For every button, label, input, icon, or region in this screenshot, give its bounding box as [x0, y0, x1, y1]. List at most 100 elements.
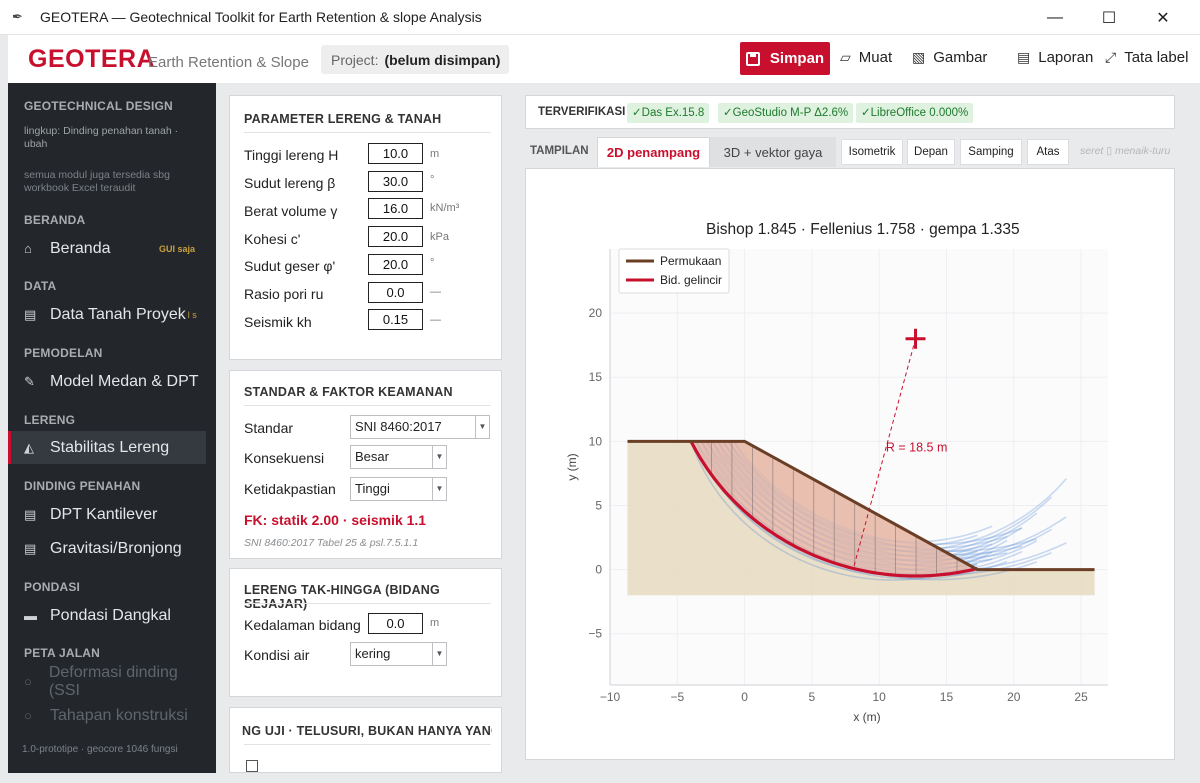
sidebar-section-design: GEOTECHNICAL DESIGN [24, 99, 173, 113]
sidebar-item-data[interactable]: ▤ Data Tanah Proyek l s [8, 298, 206, 331]
test-checkbox[interactable] [246, 760, 258, 772]
sidebar-item-staging: ○ Tahapan konstruksi [8, 699, 206, 732]
cohesion-input[interactable]: 20.0 [368, 226, 423, 247]
open-button[interactable]: ▱ Muat [840, 49, 892, 66]
param-label: Kohesi c' [244, 231, 301, 247]
close-button[interactable]: ✕ [1136, 0, 1190, 35]
maximize-button[interactable]: ☐ [1082, 0, 1136, 35]
tab-3d-vectors[interactable]: 3D + vektor gaya [710, 137, 836, 167]
brand-logo: GEOTERA [28, 45, 156, 73]
window-titlebar: ✒ GEOTERA — Geotechnical Toolkit for Ear… [0, 0, 1200, 35]
table-icon: ▤ [24, 540, 37, 556]
param-unit: ° [430, 257, 435, 269]
labels-button[interactable]: ⤢ Tata label [1105, 49, 1188, 66]
param-unit: — [430, 286, 441, 298]
standard-reference: SNI 8460:2017 Tabel 25 & psl.7.5.1.1 [244, 537, 419, 549]
test-title: NG UJI · TELUSURI, BUKAN HANYA YANG K [242, 724, 492, 738]
verify-badge-libreoffice: ✓LibreOffice 0.000% [856, 103, 974, 123]
height-input[interactable]: 10.0 [368, 143, 423, 164]
x-tick-label: 10 [873, 690, 887, 704]
param-label: Sudut geser φ' [244, 258, 336, 274]
chart-title: Bishop 1.845 · Fellenius 1.758 · gempa 1… [706, 221, 1020, 238]
param-unit: — [430, 314, 441, 326]
sidebar-group-data: DATA [24, 279, 57, 293]
consequence-value: Besar [355, 449, 389, 464]
sidebar-group-model: PEMODELAN [24, 346, 103, 360]
standard-select[interactable]: SNI 8460:2017 ▼ [350, 415, 490, 439]
sidebar-item-label: Stabilitas Lereng [50, 438, 170, 456]
image-button[interactable]: ▧ Gambar [912, 49, 987, 66]
y-tick-label: 20 [589, 306, 603, 320]
unit-weight-input[interactable]: 16.0 [368, 198, 423, 219]
slope-angle-input[interactable]: 30.0 [368, 171, 423, 192]
x-tick-label: −5 [670, 690, 684, 704]
chevron-down-icon: ▼ [475, 416, 489, 438]
pore-ratio-input[interactable]: 0.0 [368, 282, 423, 303]
table-icon: ▤ [24, 306, 37, 322]
excel-note: semua modul juga tersedia sbg [24, 169, 170, 181]
verification-bar: TERVERIFIKASI ✓Das Ex.15.8 ✓GeoStudio M-… [525, 95, 1175, 129]
water-select[interactable]: kering ▼ [350, 642, 447, 666]
table-icon: ▤ [24, 506, 37, 522]
view-side-button[interactable]: Samping [960, 139, 1022, 165]
y-axis-label: y (m) [565, 453, 579, 480]
pencil-icon: ✎ [24, 373, 35, 389]
uncertainty-select[interactable]: Tinggi ▼ [350, 477, 447, 501]
depth-unit: m [430, 617, 440, 629]
sidebar-item-slope[interactable]: ◭ Stabilitas Lereng [8, 431, 206, 464]
sidebar-item-home[interactable]: ⌂ Beranda GUI saja [8, 232, 206, 265]
sidebar-item-gravity[interactable]: ▤ Gravitasi/Bronjong [8, 532, 206, 565]
param-label: Seismik kh [244, 314, 312, 330]
sidebar-item-label: Beranda [50, 239, 111, 257]
minimize-button[interactable]: — [1028, 0, 1082, 35]
legend-label-surface: Permukaan [660, 254, 721, 268]
friction-angle-input[interactable]: 20.0 [368, 254, 423, 275]
infinite-title: LERENG TAK-HINGGA (BIDANG SEJAJAR) [244, 583, 440, 611]
view-isometric-button[interactable]: Isometrik [841, 139, 903, 165]
scope-change-link[interactable]: ubah [24, 138, 47, 151]
depth-input[interactable]: 0.0 [368, 613, 423, 634]
param-unit: m [430, 148, 440, 160]
report-button[interactable]: ▤ Laporan [1017, 49, 1093, 66]
view-top-button[interactable]: Atas [1027, 139, 1069, 165]
view-label: TAMPILAN [530, 145, 589, 157]
minimize-icon: — [1047, 8, 1063, 26]
standard-title: STANDAR & FAKTOR KEAMANAN [244, 385, 453, 399]
document-icon: ▤ [1017, 49, 1031, 65]
sidebar-item-cantilever[interactable]: ▤ DPT Kantilever [8, 498, 206, 531]
brand-subtitle: Earth Retention & Slope [148, 54, 309, 71]
param-label: Berat volume γ [244, 203, 338, 219]
tab-2d-section[interactable]: 2D penampang [597, 137, 710, 167]
verify-badge-geostudio: ✓GeoStudio M-P Δ2.6% [718, 103, 854, 123]
open-label: Muat [858, 49, 893, 66]
sidebar-item-model[interactable]: ✎ Model Medan & DPT [8, 365, 206, 398]
close-icon: ✕ [1156, 9, 1170, 27]
view-front-button[interactable]: Depan [907, 139, 955, 165]
project-indicator: Project: (belum disimpan) [321, 45, 509, 74]
param-label: Rasio pori ru [244, 286, 324, 302]
labels-label: Tata label [1124, 49, 1189, 66]
project-value: (belum disimpan) [384, 51, 501, 68]
sidebar-item-deformation: ○ Deformasi dinding (SSI [8, 664, 206, 699]
chevron-down-icon: ▼ [432, 446, 446, 468]
sidebar-item-foundation[interactable]: ▬ Pondasi Dangkal [8, 599, 206, 632]
x-axis-label: x (m) [853, 710, 880, 724]
seismic-kh-input[interactable]: 0.15 [368, 309, 423, 330]
drag-hint: seret ▯ menaik-turu [1080, 145, 1171, 157]
params-panel: PARAMETER LERENG & TANAH Tinggi lereng H… [229, 95, 502, 360]
scope-text: lingkup: Dinding penahan tanah · [24, 125, 179, 137]
x-tick-label: 25 [1074, 690, 1088, 704]
project-label: Project: [331, 51, 379, 68]
consequence-select[interactable]: Besar ▼ [350, 445, 447, 469]
param-label: Tinggi lereng H [244, 147, 339, 163]
divider [244, 405, 491, 406]
slope-stability-chart[interactable]: −10 −5 0 5 10 15 20 25 −5 0 5 10 15 20 x (m) y (m) R = 1… [526, 169, 1176, 761]
folder-icon: ▱ [840, 49, 851, 65]
test-panel: NG UJI · TELUSURI, BUKAN HANYA YANG K [229, 707, 502, 773]
report-label: Laporan [1038, 49, 1094, 66]
y-tick-label: 15 [589, 370, 603, 384]
params-title: PARAMETER LERENG & TANAH [244, 112, 442, 126]
save-button[interactable]: Simpan [740, 42, 830, 75]
chart-panel: Bishop 1.845 · Fellenius 1.758 · gempa 1… [525, 168, 1175, 760]
radius-annotation: R = 18.5 m [886, 441, 948, 455]
